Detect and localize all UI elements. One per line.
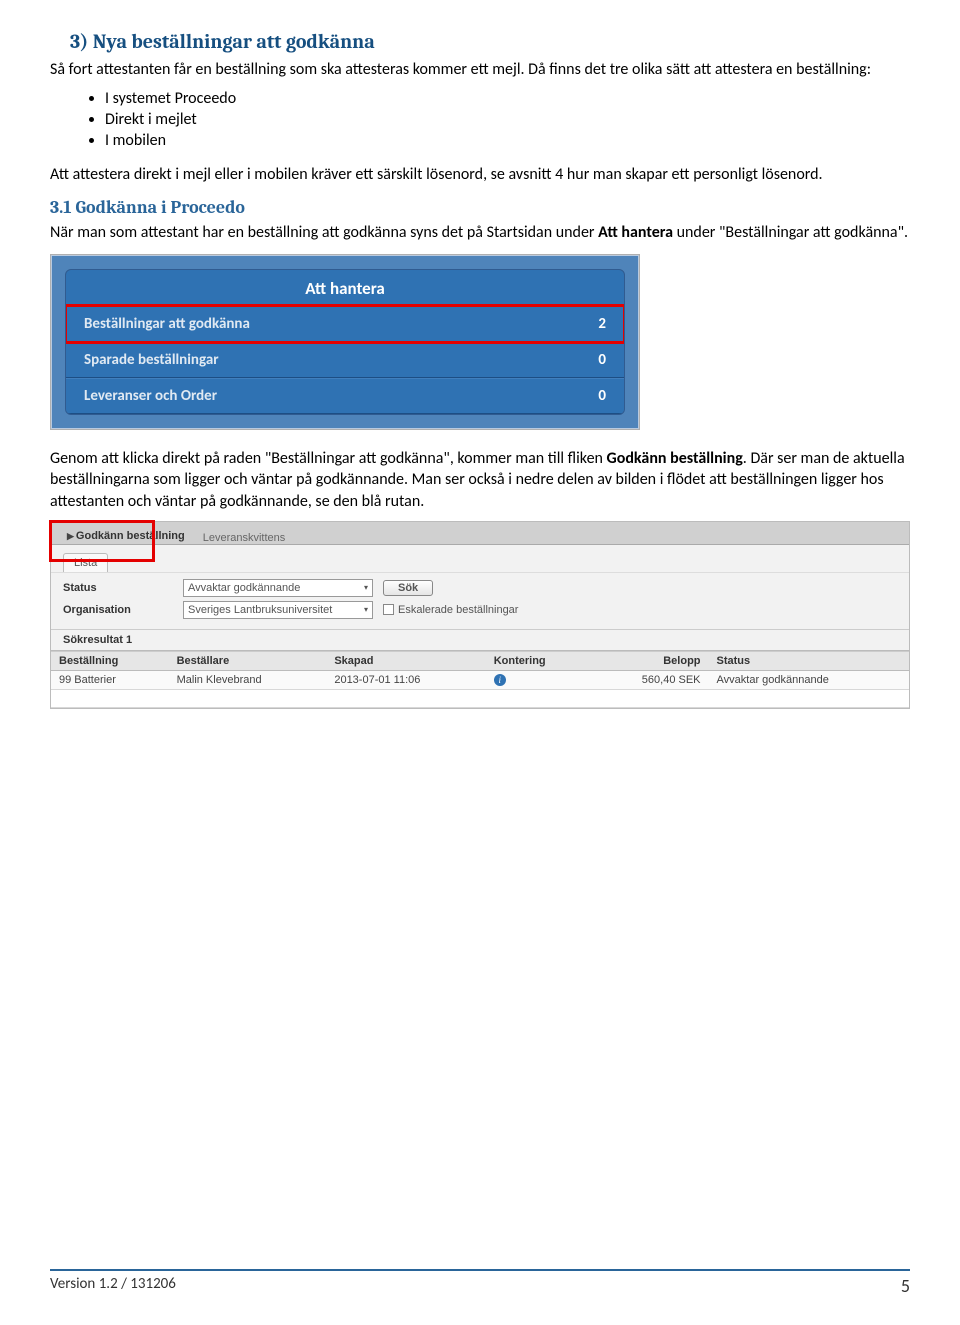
table-row-empty: [51, 689, 909, 707]
row-sparade-bestallningar[interactable]: Sparade beställningar 0: [66, 342, 624, 378]
chevron-down-icon: ▾: [364, 605, 368, 614]
screenshot-godkann-bestallning: ▶Godkänn beställning Leveranskvittens Li…: [50, 521, 910, 709]
cell-kontering: i: [486, 670, 592, 689]
proceedo-paragraph: När man som attestant har en beställning…: [50, 222, 910, 244]
select-organisation[interactable]: Sveriges Lantbruksuniversitet▾: [183, 601, 373, 619]
row-bestallningar-att-godkanna[interactable]: Beställningar att godkänna 2: [66, 306, 624, 342]
attest-methods-list: I systemet Proceedo Direkt i mejlet I mo…: [105, 89, 910, 150]
row-count: 2: [598, 315, 606, 333]
orders-table: Beställning Beställare Skapad Kontering …: [51, 651, 909, 708]
cell-bestallning: 99 Batterier: [51, 670, 169, 689]
row-leveranser-och-order[interactable]: Leveranser och Order 0: [66, 378, 624, 414]
cell-bestallare: Malin Klevebrand: [169, 670, 327, 689]
tab-bar: ▶Godkänn beställning Leveranskvittens: [51, 522, 909, 545]
search-result-count: Sökresultat 1: [51, 630, 909, 651]
tab-leveranskvittens[interactable]: Leveranskvittens: [203, 532, 286, 544]
col-skapad[interactable]: Skapad: [326, 651, 485, 670]
filter-area: Status Avvaktar godkännande▾ Sök Organis…: [51, 573, 909, 630]
list-item: I systemet Proceedo: [105, 89, 910, 108]
select-status[interactable]: Avvaktar godkännande▾: [183, 579, 373, 597]
att-hantera-panel: Att hantera Beställningar att godkänna 2…: [65, 269, 625, 415]
page-number: 5: [901, 1275, 910, 1297]
row-label: Sparade beställningar: [84, 351, 219, 369]
checkbox-escalated[interactable]: Eskalerade beställningar: [383, 604, 518, 616]
tab-godkann-bestallning[interactable]: ▶Godkänn beställning: [61, 528, 191, 544]
row-label: Leveranser och Order: [84, 387, 217, 405]
chevron-down-icon: ▾: [364, 583, 368, 592]
row-label: Beställningar att godkänna: [84, 315, 250, 333]
panel-title: Att hantera: [66, 270, 624, 306]
cell-status: Avvaktar godkännande: [709, 670, 909, 689]
info-icon[interactable]: i: [494, 674, 506, 686]
label-organisation: Organisation: [63, 604, 173, 616]
heading-3-1: 3.1 Godkänna i Proceedo: [50, 197, 910, 218]
heading-section-3: 3) Nya beställningar att godkänna: [50, 30, 910, 53]
col-status[interactable]: Status: [709, 651, 909, 670]
screenshot-att-hantera: Att hantera Beställningar att godkänna 2…: [50, 254, 640, 430]
row-count: 0: [598, 351, 606, 369]
list-item: Direkt i mejlet: [105, 110, 910, 129]
col-kontering[interactable]: Kontering: [486, 651, 592, 670]
list-item: I mobilen: [105, 131, 910, 150]
password-note: Att attestera direkt i mejl eller i mobi…: [50, 164, 910, 186]
search-button[interactable]: Sök: [383, 580, 433, 596]
col-bestallare[interactable]: Beställare: [169, 651, 327, 670]
intro-paragraph: Så fort attestanten får en beställning s…: [50, 59, 910, 81]
col-belopp[interactable]: Belopp: [592, 651, 709, 670]
arrow-icon: ▶: [67, 531, 74, 541]
cell-belopp: 560,40 SEK: [592, 670, 709, 689]
cell-skapad: 2013-07-01 11:06: [326, 670, 485, 689]
explanation-paragraph: Genom att klicka direkt på raden "Bestäl…: [50, 448, 910, 513]
col-bestallning[interactable]: Beställning: [51, 651, 169, 670]
footer-version: Version 1.2 / 131206: [50, 1275, 176, 1297]
subtab-lista[interactable]: Lista: [63, 553, 108, 572]
checkbox-icon: [383, 604, 394, 615]
row-count: 0: [598, 387, 606, 405]
label-status: Status: [63, 582, 173, 594]
page-footer: Version 1.2 / 131206 5: [50, 1269, 910, 1297]
table-row[interactable]: 99 Batterier Malin Klevebrand 2013-07-01…: [51, 670, 909, 689]
